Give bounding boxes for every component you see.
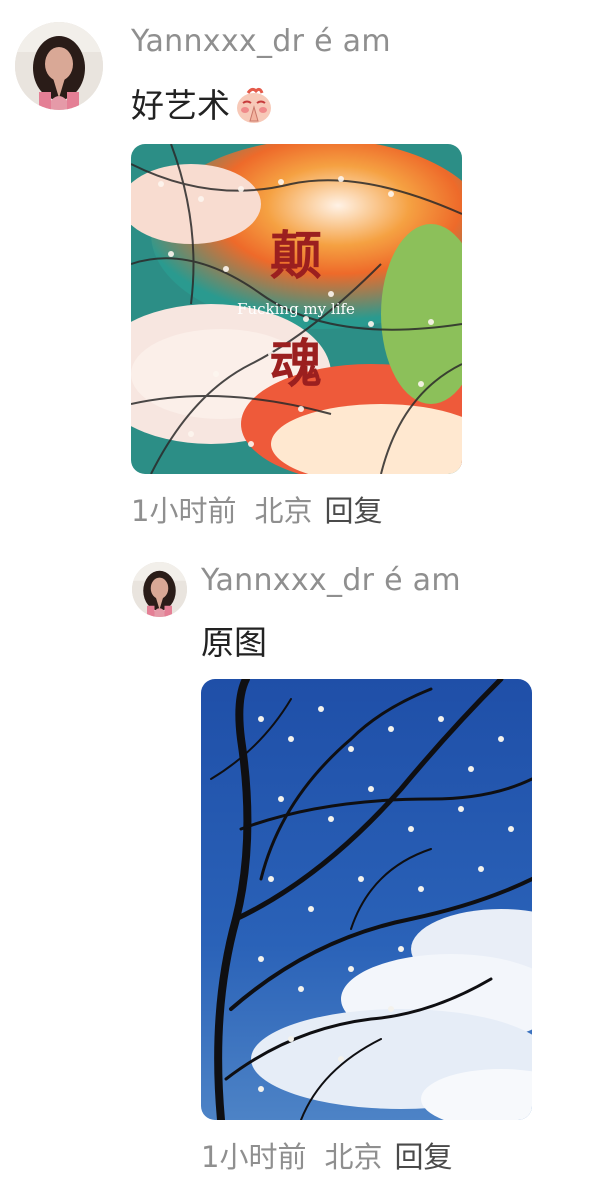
- praying-peach-emoji-icon: [234, 85, 274, 125]
- photo-image: [201, 679, 532, 1120]
- reply-button[interactable]: 回复: [394, 1140, 452, 1174]
- art-subtitle: Fucking my life: [237, 300, 355, 318]
- timestamp: 1小时前: [201, 1140, 307, 1174]
- avatar-image: [132, 562, 187, 617]
- avatar-image: [15, 22, 103, 110]
- timestamp: 1小时前: [131, 494, 237, 528]
- avatar[interactable]: [15, 22, 103, 110]
- comment-text: 原图: [201, 622, 267, 662]
- avatar[interactable]: [132, 562, 187, 617]
- location: 北京: [254, 494, 313, 528]
- comment-meta: 1小时前 北京 回复: [131, 497, 382, 526]
- reply-button[interactable]: 回复: [324, 494, 382, 528]
- art-title-bottom: 魂: [270, 334, 322, 395]
- username[interactable]: Yannxxx_dr é am: [201, 566, 461, 596]
- username[interactable]: Yannxxx_dr é am: [131, 27, 391, 57]
- comment-meta: 1小时前 北京 回复: [201, 1143, 452, 1172]
- comment-text: 好艺术: [131, 85, 274, 125]
- comment-image[interactable]: 颠 Fucking my life 魂: [131, 144, 462, 474]
- comment-image[interactable]: [201, 679, 532, 1120]
- comment-text-content: 好艺术: [131, 85, 230, 125]
- art-title-top: 颠: [270, 226, 322, 287]
- comment-text-content: 原图: [201, 622, 267, 662]
- location: 北京: [324, 1140, 383, 1174]
- art-image: 颠 Fucking my life 魂: [131, 144, 462, 474]
